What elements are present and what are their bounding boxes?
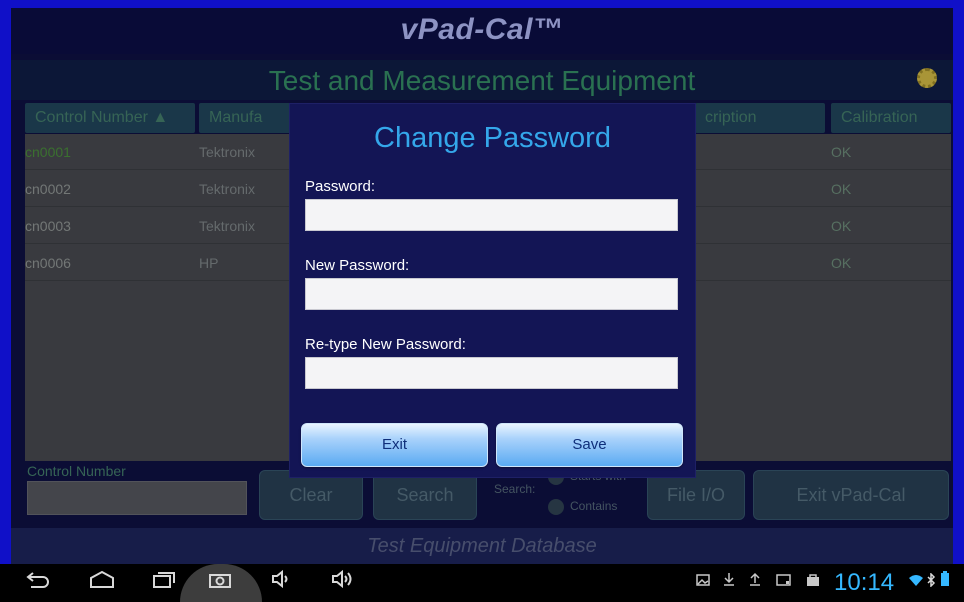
retype-password-label: Re-type New Password:: [305, 336, 466, 353]
home-icon[interactable]: [82, 564, 122, 602]
recents-icon[interactable]: [144, 564, 184, 602]
gallery-icon: [696, 564, 710, 602]
volume-down-icon[interactable]: [266, 564, 296, 602]
new-password-field[interactable]: [305, 278, 678, 310]
upload-icon: [748, 564, 762, 602]
volume-up-icon[interactable]: [326, 564, 360, 602]
app-screen: vPad-Cal™ Test and Measurement Equipment…: [11, 8, 953, 564]
bluetooth-icon: [926, 564, 936, 602]
change-password-dialog: Change Password Password: New Password: …: [289, 103, 696, 478]
screenshot-button[interactable]: [180, 564, 262, 602]
save-button[interactable]: Save: [496, 423, 683, 467]
new-password-label: New Password:: [305, 257, 410, 274]
dialog-title: Change Password: [374, 122, 611, 154]
back-icon[interactable]: [18, 564, 58, 602]
password-field[interactable]: [305, 199, 678, 231]
exit-button[interactable]: Exit: [301, 423, 488, 467]
clock: 10:14: [834, 569, 895, 596]
sd-card-icon: [776, 564, 792, 602]
device-frame: vPad-Cal™ Test and Measurement Equipment…: [0, 0, 964, 602]
retype-password-field[interactable]: [305, 357, 678, 389]
android-navigation-bar: 10:14: [0, 564, 964, 602]
wifi-icon: [908, 564, 924, 602]
camera-icon: [200, 564, 240, 602]
password-label: Password:: [305, 178, 376, 195]
download-icon: [722, 564, 736, 602]
battery-icon: [940, 564, 950, 602]
shopping-bag-icon: [806, 564, 820, 602]
